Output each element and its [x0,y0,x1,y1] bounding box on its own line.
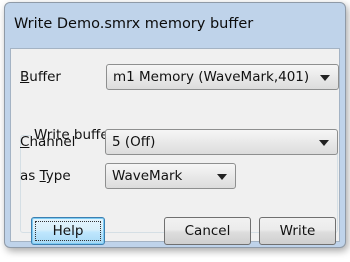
channel-label-text: hannel [29,134,76,150]
chevron-down-icon [320,75,330,81]
buffer-label-accelerator: B [20,69,30,85]
write-button[interactable]: Write [259,217,336,245]
buffer-select-value: m1 Memory (WaveMark,401) [113,69,310,85]
write-button-label: Write [279,223,316,239]
type-label: as Type [20,168,71,184]
cancel-button[interactable]: Cancel [164,217,251,245]
type-select-value: WaveMark [112,168,183,184]
window-title: Write Demo.smrx memory buffer [14,16,254,32]
type-select[interactable]: WaveMark [105,163,236,189]
buffer-label-text: uffer [29,69,61,85]
type-label-prefix: as [20,168,40,184]
dialog-window: Write Demo.smrx memory buffer Buffer m1 … [4,2,346,248]
channel-select[interactable]: 5 (Off) [105,129,338,155]
cancel-button-label: Cancel [184,223,231,239]
channel-label: Channel [20,134,75,150]
focus-indicator [35,221,101,241]
type-label-text: ype [45,168,71,184]
dialog-client-area: Buffer m1 Memory (WaveMark,401) Write bu… [10,48,340,242]
channel-select-value: 5 (Off) [112,134,156,150]
chevron-down-icon [319,140,329,146]
chevron-down-icon [217,174,227,180]
screen: Write Demo.smrx memory buffer Buffer m1 … [0,0,350,262]
buffer-label: Buffer [20,69,61,85]
help-button[interactable]: Help [31,217,105,245]
buffer-select[interactable]: m1 Memory (WaveMark,401) [106,64,339,90]
